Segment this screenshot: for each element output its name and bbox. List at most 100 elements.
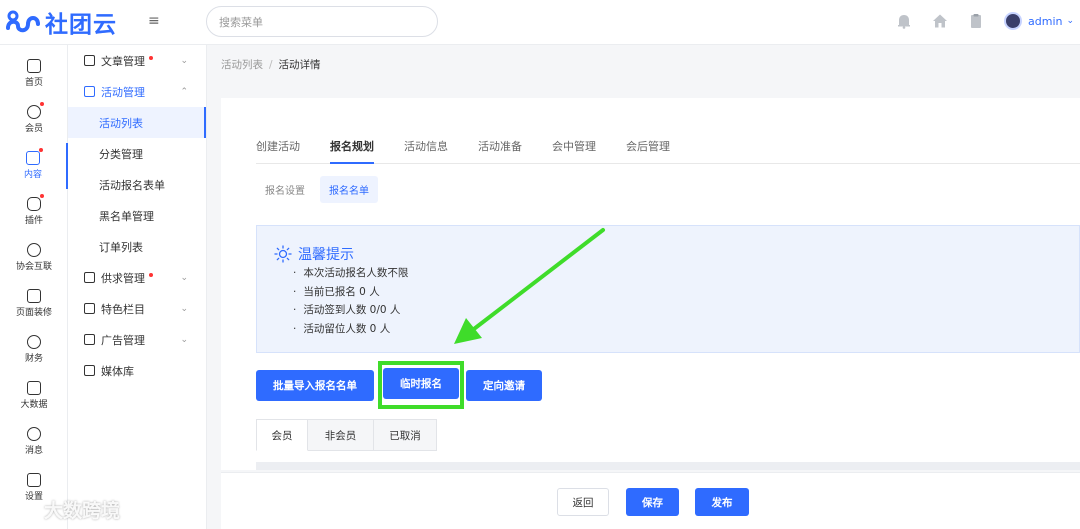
targeted-invite-button[interactable]: 定向邀请 [466, 370, 542, 401]
rail-item-finance[interactable]: 财务 [0, 327, 68, 373]
chevron-up-icon: ⌃ [180, 86, 188, 97]
rail-item-label: 会员 [24, 124, 43, 134]
user-name[interactable]: admin [1028, 15, 1062, 28]
chevron-down-icon: ⌄ [180, 55, 188, 66]
breadcrumb-parent[interactable]: 活动列表 [221, 59, 263, 71]
menu-activity-list[interactable]: 活动列表 [68, 107, 206, 138]
search-input[interactable]: 搜索菜单 [206, 6, 438, 37]
rail-item-message[interactable]: 消息 [0, 419, 68, 465]
rail-item-network[interactable]: 协会互联 [0, 235, 68, 281]
top-right-tools: admin ⌄ [896, 12, 1074, 30]
sun-icon [274, 245, 292, 263]
badge-dot [39, 148, 43, 152]
menu-label: 活动报名表单 [99, 178, 165, 192]
avatar[interactable] [1004, 12, 1022, 30]
notice-list: 本次活动报名人数不限 当前已报名 0 人 活动签到人数 0/0 人 活动留位人数… [293, 265, 408, 339]
menu-featured[interactable]: 特色栏目 ⌄ [68, 293, 206, 324]
tab-cancelled[interactable]: 已取消 [374, 419, 437, 451]
tab-create-activity[interactable]: 创建活动 [256, 138, 300, 164]
tab-in-meeting[interactable]: 会中管理 [552, 138, 596, 164]
article-icon [84, 55, 95, 66]
menu-label: 文章管理 [101, 54, 145, 68]
menu-ads[interactable]: 广告管理 ⌄ [68, 324, 206, 355]
tab-member[interactable]: 会员 [256, 419, 308, 451]
notice-title-text: 温馨提示 [298, 247, 354, 263]
menu-blacklist[interactable]: 黑名单管理 [68, 200, 206, 231]
member-tabs: 会员 非会员 已取消 [256, 419, 437, 451]
rail-item-label: 消息 [24, 446, 43, 456]
menu-label: 媒体库 [101, 364, 134, 378]
rail-item-label: 页面装修 [15, 308, 52, 318]
menu-label: 活动列表 [99, 116, 143, 130]
rail-item-label: 内容 [23, 170, 42, 180]
menu-label: 广告管理 [101, 333, 145, 347]
subtab-signup-list[interactable]: 报名名单 [320, 176, 378, 203]
menu-label: 特色栏目 [101, 302, 145, 316]
data-icon [27, 381, 41, 395]
rail-item-member[interactable]: 会员 [0, 97, 68, 143]
yuan-icon [27, 335, 41, 349]
content-icon [26, 148, 43, 165]
menu-signup-form[interactable]: 活动报名表单 [68, 169, 206, 200]
chevron-down-icon: ⌄ [180, 272, 188, 283]
back-button[interactable]: 返回 [557, 488, 609, 516]
tab-activity-info[interactable]: 活动信息 [404, 138, 448, 164]
rail-item-plugin[interactable]: 插件 [0, 189, 68, 235]
subtab-signup-settings[interactable]: 报名设置 [256, 176, 314, 203]
member-icon [27, 102, 44, 119]
notice-line: 活动留位人数 0 人 [293, 321, 408, 340]
menu-article[interactable]: 文章管理 ⌄ [68, 45, 206, 76]
paint-roller-icon [27, 289, 41, 303]
rail-item-label: 首页 [24, 78, 43, 88]
ad-icon [84, 334, 95, 345]
menu-category[interactable]: 分类管理 [68, 138, 206, 169]
watermark-text: 大数跨境 [44, 500, 121, 522]
badge-dot [149, 55, 153, 60]
breadcrumb-separator: / [269, 59, 273, 71]
home-icon[interactable] [932, 13, 948, 29]
menu-toggle-icon[interactable]: ≡ [148, 13, 160, 29]
save-button[interactable]: 保存 [626, 488, 679, 516]
menu-media[interactable]: 媒体库 [68, 355, 206, 386]
chevron-down-icon: ⌄ [180, 334, 188, 345]
logo-icon [6, 10, 40, 33]
rail-item-content[interactable]: 内容 [0, 143, 68, 189]
clipboard-icon[interactable] [968, 13, 984, 29]
breadcrumb: 活动列表 / 活动详情 [221, 57, 321, 72]
breadcrumb-current: 活动详情 [278, 59, 321, 71]
rail-item-label: 插件 [24, 216, 43, 226]
publish-button[interactable]: 发布 [695, 488, 749, 516]
highlight-box [378, 361, 464, 409]
notice-line: 本次活动报名人数不限 [293, 265, 408, 284]
search-placeholder: 搜索菜单 [219, 15, 263, 29]
watermark: 大数跨境 [10, 496, 120, 523]
tab-signup-plan[interactable]: 报名规划 [330, 138, 374, 164]
table-header [256, 462, 1080, 470]
tab-activity-prep[interactable]: 活动准备 [478, 138, 522, 164]
batch-import-button[interactable]: 批量导入报名名单 [256, 370, 374, 401]
menu-label: 供求管理 [101, 271, 145, 285]
menu-label: 黑名单管理 [99, 209, 154, 223]
tab-non-member[interactable]: 非会员 [308, 419, 374, 451]
notice-box: 温馨提示 本次活动报名人数不限 当前已报名 0 人 活动签到人数 0/0 人 活… [256, 225, 1080, 353]
menu-label: 订单列表 [99, 240, 143, 254]
activity-tabs: 创建活动 报名规划 活动信息 活动准备 会中管理 会后管理 [256, 138, 1080, 164]
menu-label: 分类管理 [99, 147, 143, 161]
menu-orders[interactable]: 订单列表 [68, 231, 206, 262]
main-panel: 创建活动 报名规划 活动信息 活动准备 会中管理 会后管理 报名设置 报名名单 … [221, 98, 1080, 470]
rail-item-label: 财务 [24, 354, 43, 364]
plugin-icon [27, 194, 44, 211]
menu-activity[interactable]: 活动管理 ⌃ [68, 76, 206, 107]
home-icon [27, 59, 41, 73]
rail-item-decoration[interactable]: 页面装修 [0, 281, 68, 327]
chevron-down-icon[interactable]: ⌄ [1066, 16, 1074, 26]
logo[interactable]: 社团云 [4, 6, 117, 38]
rail-item-home[interactable]: 首页 [0, 51, 68, 97]
menu-supply[interactable]: 供求管理 ⌄ [68, 262, 206, 293]
rail-item-data[interactable]: 大数据 [0, 373, 68, 419]
tab-post-meeting[interactable]: 会后管理 [626, 138, 670, 164]
rail-item-label: 大数据 [20, 400, 48, 410]
bell-icon[interactable] [896, 13, 912, 29]
primary-nav-rail: 首页 会员 内容 插件 协会互联 页面装修 财务 大数据 消息 设置 [0, 45, 68, 529]
notice-line: 活动签到人数 0/0 人 [293, 302, 408, 321]
